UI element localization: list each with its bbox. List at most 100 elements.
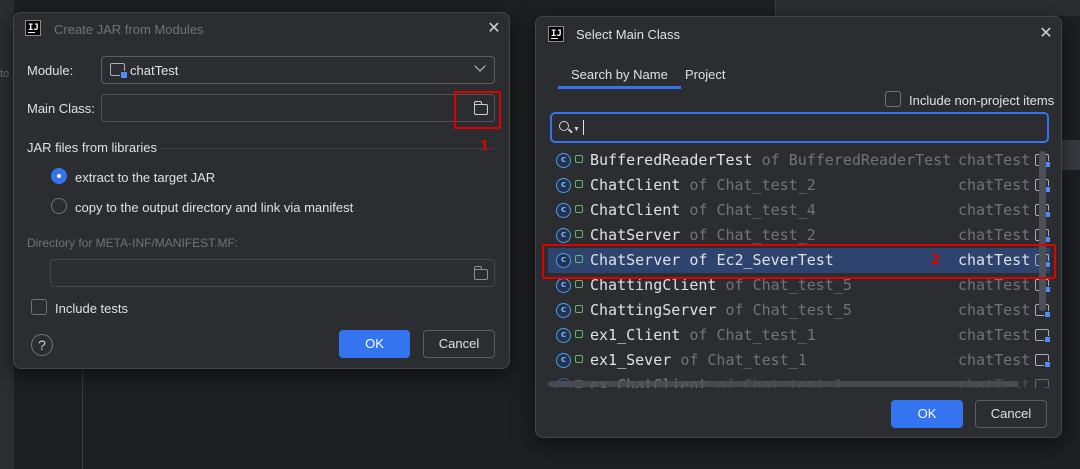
copy-radio-label[interactable]: copy to the output directory and link vi…	[75, 200, 353, 215]
module-folder-icon	[1035, 379, 1050, 388]
of-word: of	[689, 226, 708, 244]
class-icon: c	[556, 178, 571, 193]
class-package: Chat_test_4	[716, 201, 816, 219]
list-item[interactable]: c ChatClient of Chat_test_4 chatTest	[548, 198, 1050, 223]
heading-separator	[160, 148, 495, 149]
intellij-logo-icon: IJ	[548, 26, 564, 42]
search-dropdown-icon[interactable]: ▼	[573, 126, 580, 133]
extract-radio[interactable]	[51, 168, 67, 184]
class-name: ChatClient	[590, 201, 681, 219]
module-folder-icon	[1035, 329, 1050, 343]
class-search-input[interactable]: ▼	[550, 112, 1049, 143]
class-icon: c	[556, 153, 571, 168]
include-nonproject-label[interactable]: Include non-project items	[909, 93, 1054, 108]
list-item[interactable]: c ex1_Client of Chat_test_1 chatTest	[548, 323, 1050, 348]
class-icon: c	[556, 228, 571, 243]
manifest-dir-label: Directory for META-INF/MANIFEST.MF:	[27, 236, 239, 250]
class-package: Chat_test_1	[716, 326, 816, 344]
main-class-field[interactable]	[101, 94, 495, 122]
runnable-icon	[575, 230, 583, 238]
class-package: Chat_test_1	[707, 351, 807, 369]
ok-button[interactable]: OK	[891, 400, 963, 428]
annotation-number-1: 1	[480, 139, 490, 154]
module-folder-icon	[1035, 354, 1050, 368]
class-name: ChatClient	[590, 176, 681, 194]
class-package: Chat_test_2	[716, 226, 816, 244]
extract-radio-label[interactable]: extract to the target JAR	[75, 170, 215, 185]
ok-button[interactable]: OK	[339, 330, 410, 358]
annotation-box-2	[542, 244, 1056, 279]
of-word: of	[689, 201, 708, 219]
tab-project[interactable]: Project	[685, 67, 725, 87]
close-icon[interactable]: ✕	[486, 21, 502, 37]
include-nonproject-checkbox[interactable]	[885, 91, 901, 107]
class-module: chatTest	[958, 301, 1031, 319]
list-item[interactable]: c ex1_Sever of Chat_test_1 chatTest	[548, 348, 1050, 373]
close-icon[interactable]: ✕	[1038, 26, 1054, 42]
class-package: Chat_test_2	[716, 176, 816, 194]
runnable-icon	[575, 155, 583, 163]
chevron-down-icon	[474, 60, 486, 72]
select-main-class-dialog: IJ Select Main Class ✕ Search by Name Pr…	[535, 16, 1062, 438]
of-word: of	[689, 326, 708, 344]
create-jar-dialog: IJ Create JAR from Modules ✕ Module: cha…	[13, 12, 510, 369]
class-module: chatTest	[958, 201, 1031, 219]
intellij-logo-icon: IJ	[25, 20, 41, 36]
copy-radio[interactable]	[51, 198, 67, 214]
module-value: chatTest	[130, 63, 179, 78]
search-icon	[559, 121, 569, 131]
ide-right-panel-edge	[1062, 140, 1080, 170]
runnable-icon	[575, 355, 583, 363]
runnable-icon	[575, 330, 583, 338]
class-icon: c	[556, 303, 571, 318]
manifest-dir-field	[50, 259, 495, 287]
class-package: Chat_test_5	[752, 301, 852, 319]
class-package: BufferedReaderTest	[788, 151, 952, 169]
list-item[interactable]: c BufferedReaderTest of BufferedReaderTe…	[548, 148, 1050, 173]
create-jar-titlebar: IJ Create JAR from Modules ✕	[14, 13, 509, 47]
dialog-title: Create JAR from Modules	[54, 22, 204, 37]
runnable-icon	[575, 180, 583, 188]
vertical-scrollbar[interactable]	[1039, 151, 1046, 311]
help-button[interactable]: ?	[31, 334, 53, 356]
include-tests-label[interactable]: Include tests	[55, 301, 128, 316]
list-item[interactable]: c ChatClient of Chat_test_2 chatTest	[548, 173, 1050, 198]
class-name: ChatServer	[590, 226, 681, 244]
of-word: of	[725, 301, 744, 319]
runnable-icon	[575, 205, 583, 213]
class-icon: c	[556, 278, 571, 293]
of-word: of	[761, 151, 780, 169]
dialog-title: Select Main Class	[576, 27, 681, 42]
text-cursor	[583, 120, 584, 135]
ide-top-panel	[775, 0, 1080, 16]
class-module: chatTest	[958, 151, 1031, 169]
include-tests-checkbox[interactable]	[31, 299, 47, 315]
class-icon: c	[556, 328, 571, 343]
jar-files-heading: JAR files from libraries	[27, 140, 158, 155]
manifest-folder-icon	[473, 266, 488, 280]
module-folder-icon	[110, 63, 128, 79]
of-word: of	[689, 176, 708, 194]
class-name: BufferedReaderTest	[590, 151, 753, 169]
module-combo[interactable]: chatTest	[101, 56, 495, 84]
list-item[interactable]: c ChattingServer of Chat_test_5 chatTest	[548, 298, 1050, 323]
runnable-icon	[575, 305, 583, 313]
class-icon: c	[556, 353, 571, 368]
class-module: chatTest	[958, 326, 1031, 344]
tab-search-by-name[interactable]: Search by Name	[558, 67, 681, 89]
cancel-button[interactable]: Cancel	[975, 400, 1047, 428]
horizontal-scrollbar[interactable]	[548, 381, 1018, 387]
module-label: Module:	[27, 63, 74, 78]
class-name: ChattingServer	[590, 301, 717, 319]
ide-editor-area	[82, 370, 535, 469]
class-name: ex1_Sever	[590, 351, 672, 369]
annotation-box-1	[454, 91, 501, 129]
ide-background-text: to	[0, 68, 10, 80]
annotation-number-2: 2	[931, 253, 941, 268]
of-word: of	[680, 351, 699, 369]
cancel-button[interactable]: Cancel	[423, 330, 495, 358]
class-module: chatTest	[958, 351, 1031, 369]
select-main-class-titlebar: IJ Select Main Class ✕	[536, 17, 1061, 51]
class-icon: c	[556, 203, 571, 218]
runnable-icon	[575, 280, 583, 288]
